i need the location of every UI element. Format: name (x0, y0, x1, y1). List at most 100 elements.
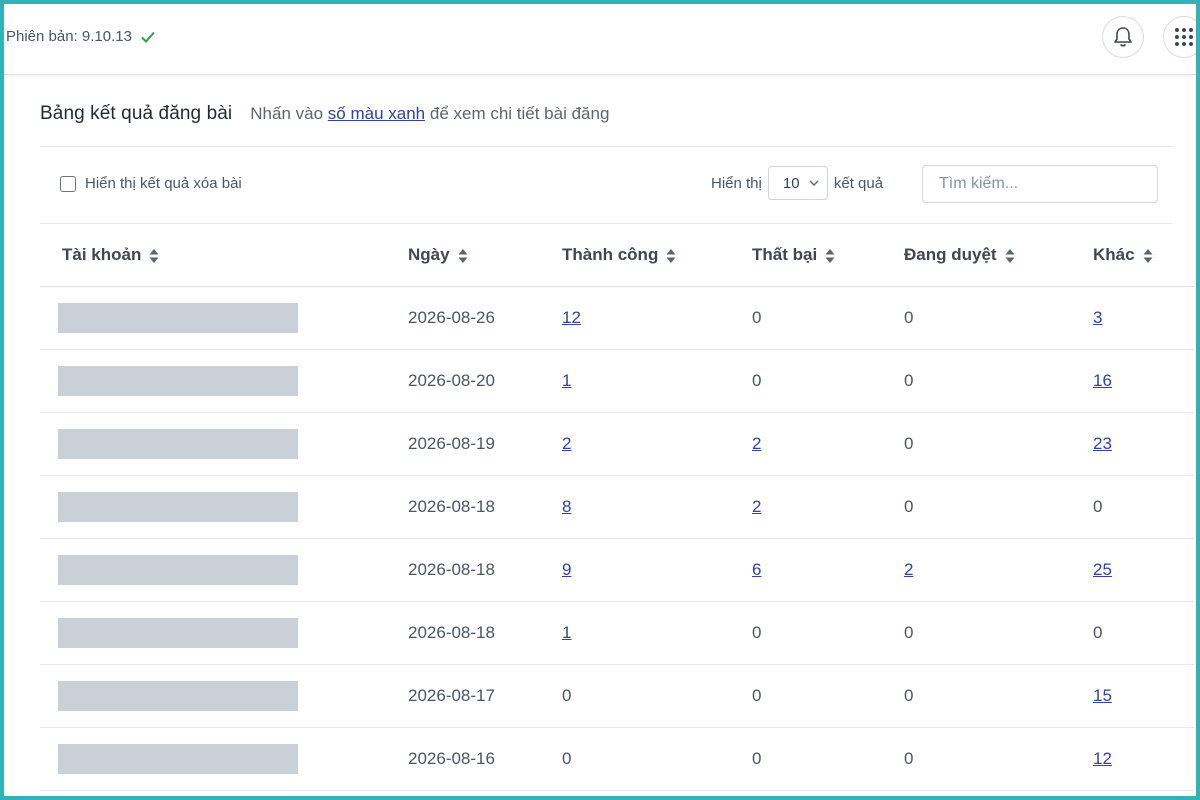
sort-icon (1143, 248, 1153, 263)
pending-count: 0 (904, 601, 1093, 665)
version-info: Phiên bản: 9.10.13 (6, 28, 156, 45)
search-input[interactable] (922, 165, 1158, 203)
failed-count: 6 (752, 538, 904, 602)
success-count-link[interactable]: 1 (562, 371, 571, 390)
failed-count: 0 (752, 664, 904, 728)
table-header-row: Tài khoản Ngày Thành công Thất bại Đang duyệ… (40, 224, 1194, 287)
pending-count: 0 (904, 412, 1093, 476)
date-cell: 2026-08-17 (408, 664, 562, 728)
success-count-link[interactable]: 12 (562, 308, 581, 327)
card-title: Bảng kết quả đăng bài (40, 103, 233, 124)
account-cell (40, 412, 408, 476)
table-row: 2026-08-18 1 0 0 0 (40, 601, 1194, 665)
failed-count-link[interactable]: 2 (752, 497, 761, 516)
pending-count: 0 (904, 727, 1093, 791)
account-cell (40, 664, 408, 728)
failed-count: 2 (752, 412, 904, 476)
other-count-link[interactable]: 16 (1093, 371, 1112, 390)
show-deleted-toggle[interactable]: Hiển thị kết quả xóa bài (60, 175, 242, 192)
date-cell: 2026-08-19 (408, 412, 562, 476)
column-failed-header[interactable]: Thất bại (752, 224, 904, 287)
column-header-label: Ngày (408, 245, 450, 264)
other-count: 0 (1093, 601, 1194, 665)
column-success-header[interactable]: Thành công (562, 224, 752, 287)
success-count: 12 (562, 286, 752, 350)
success-count: 1 (562, 349, 752, 413)
pending-count: 0 (904, 286, 1093, 350)
failed-count-link[interactable]: 6 (752, 560, 761, 579)
column-pending-header[interactable]: Đang duyệt (904, 224, 1093, 287)
account-cell (40, 349, 408, 413)
other-count-link[interactable]: 3 (1093, 308, 1102, 327)
other-count-link[interactable]: 23 (1093, 434, 1112, 453)
other-count-link[interactable]: 12 (1093, 749, 1112, 768)
pending-count: 2 (904, 538, 1093, 602)
other-count-link[interactable]: 25 (1093, 560, 1112, 579)
other-count: 23 (1093, 412, 1194, 476)
column-header-label: Thành công (562, 245, 659, 264)
date-cell: 2026-08-16 (408, 727, 562, 791)
redacted-account (58, 681, 298, 711)
success-count: 0 (562, 727, 752, 791)
apps-menu-button[interactable] (1163, 16, 1196, 58)
top-bar: Phiên bản: 9.10.13 (4, 4, 1196, 75)
failed-count: 0 (752, 286, 904, 350)
success-count: 8 (562, 475, 752, 539)
pending-count-link[interactable]: 2 (904, 560, 913, 579)
pending-count: 0 (904, 664, 1093, 728)
sort-icon (458, 248, 468, 263)
redacted-account (58, 744, 298, 774)
table-row: 2026-08-17 0 0 0 15 (40, 664, 1194, 728)
success-count: 0 (562, 664, 752, 728)
failed-count: 2 (752, 475, 904, 539)
chevron-down-icon (809, 180, 819, 186)
length-prefix: Hiển thị (711, 174, 762, 192)
show-deleted-label: Hiển thị kết quả xóa bài (85, 175, 242, 192)
column-header-label: Đang duyệt (904, 245, 997, 264)
other-count: 25 (1093, 538, 1194, 602)
success-count-link[interactable]: 9 (562, 560, 571, 579)
other-count: 15 (1093, 664, 1194, 728)
length-suffix: kết quả (833, 174, 884, 192)
page-length-value: 10 (782, 174, 800, 192)
pending-count: 0 (904, 475, 1093, 539)
other-count: 16 (1093, 349, 1194, 413)
other-count: 3 (1093, 286, 1194, 350)
column-other-header[interactable]: Khác (1093, 224, 1194, 287)
table-row: 2026-08-18 8 2 0 0 (40, 475, 1194, 539)
app-frame: Phiên bản: 9.10.13 Bảng kết quả đăng bài… (0, 0, 1200, 800)
account-cell (40, 286, 408, 350)
date-cell: 2026-08-18 (408, 538, 562, 602)
column-account-header[interactable]: Tài khoản (40, 224, 408, 287)
table-row: 2026-08-18 9 6 2 25 (40, 538, 1194, 602)
failed-count-link[interactable]: 2 (752, 434, 761, 453)
redacted-account (58, 555, 298, 585)
sort-icon (825, 248, 835, 263)
hint-suffix: để xem chi tiết bài đăng (429, 104, 610, 123)
table-row: 2026-08-26 12 0 0 3 (40, 286, 1194, 350)
failed-count: 0 (752, 349, 904, 413)
other-count-link[interactable]: 15 (1093, 686, 1112, 705)
redacted-account (58, 303, 298, 333)
sort-icon (666, 248, 676, 263)
success-count-link[interactable]: 2 (562, 434, 571, 453)
hint-link: số màu xanh (327, 104, 426, 123)
pending-count: 0 (904, 349, 1093, 413)
show-deleted-checkbox[interactable] (60, 175, 76, 192)
notifications-button[interactable] (1102, 16, 1144, 58)
failed-count: 0 (752, 601, 904, 665)
success-count-link[interactable]: 8 (562, 497, 571, 516)
page-length-select[interactable]: 10 (767, 166, 828, 200)
page-length-control: Hiển thị 10 kết quả (711, 166, 883, 200)
redacted-account (58, 618, 298, 648)
redacted-account (58, 429, 298, 459)
column-date-header[interactable]: Ngày (408, 224, 562, 287)
success-count-link[interactable]: 1 (562, 623, 571, 642)
account-cell (40, 727, 408, 791)
results-table: Tài khoản Ngày Thành công Thất bại Đang duyệ… (40, 224, 1194, 791)
failed-count: 0 (752, 727, 904, 791)
success-count: 9 (562, 538, 752, 602)
table-body: 2026-08-26 12 0 0 3 2026-08-20 1 0 0 16 2026-08-19… (40, 286, 1194, 791)
bell-icon (1114, 27, 1132, 47)
grid-dots-icon (1175, 28, 1193, 46)
